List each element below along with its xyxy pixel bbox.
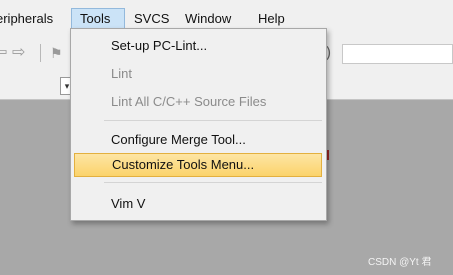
- menu-separator: [104, 182, 322, 183]
- menu-svcs[interactable]: SVCS: [134, 8, 169, 30]
- menu-separator: [104, 120, 322, 121]
- menu-item-configure-merge-tool[interactable]: Configure Merge Tool...: [72, 128, 325, 152]
- menu-tools[interactable]: Tools: [71, 8, 125, 30]
- back-arrow-icon[interactable]: ⇦: [0, 43, 7, 63]
- menu-peripherals[interactable]: eripherals: [0, 8, 53, 30]
- menu-item-setup-pc-lint[interactable]: Set-up PC-Lint...: [72, 34, 325, 58]
- toolbar-separator: [40, 44, 41, 62]
- watermark: CSDN @Yt 君: [368, 257, 432, 268]
- menu-help[interactable]: Help: [258, 8, 285, 30]
- menu-item-customize-tools-menu[interactable]: Customize Tools Menu...: [74, 153, 322, 177]
- menu-item-lint-all: Lint All C/C++ Source Files: [111, 94, 267, 109]
- menu-item-lint: Lint: [111, 66, 132, 81]
- flag-icon[interactable]: ⚑: [50, 43, 63, 63]
- menu-item-vim-v[interactable]: Vim V: [72, 192, 325, 216]
- tools-dropdown-menu: Set-up PC-Lint... Lint Lint All C/C++ So…: [70, 28, 327, 221]
- menu-window[interactable]: Window: [185, 8, 231, 30]
- forward-arrow-icon[interactable]: ⇨: [12, 43, 25, 63]
- toolbar-combo-field[interactable]: [342, 44, 453, 64]
